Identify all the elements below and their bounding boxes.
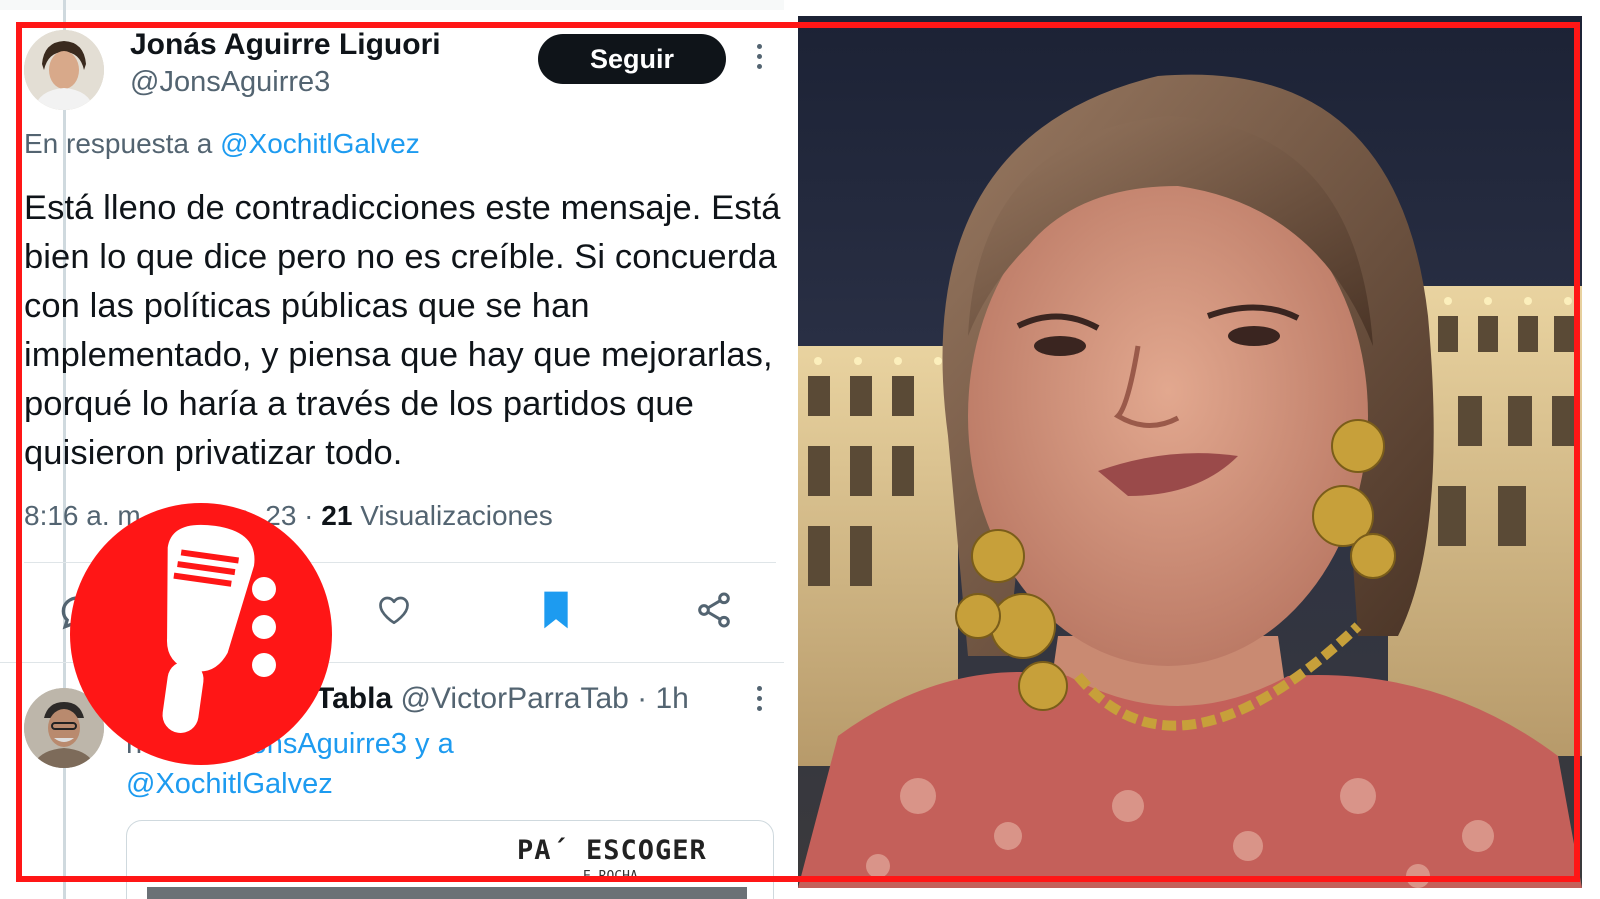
author-avatar[interactable]: [24, 30, 104, 110]
reply-media-card[interactable]: PA´ ESCOGER E.ROCHA: [126, 820, 774, 899]
share-icon[interactable]: [694, 590, 738, 634]
tweet-text: Está lleno de contradicciones este mensa…: [24, 189, 781, 472]
in-reply-to: En respuesta a @XochitlGalvez: [24, 128, 420, 160]
reply-author-handle[interactable]: @VictorParraTab: [400, 682, 628, 715]
more-options-icon[interactable]: [755, 686, 763, 711]
reply-timestamp[interactable]: · 1h: [637, 682, 689, 715]
microphone-logo: [70, 503, 332, 765]
reply-mention-link[interactable]: @XochitlGalvez: [220, 128, 420, 159]
views-label: Visualizaciones: [352, 500, 553, 531]
author-name[interactable]: Jonás Aguirre Liguori: [130, 28, 441, 62]
more-options-icon[interactable]: [755, 44, 763, 69]
top-separator: [0, 0, 784, 10]
heart-icon[interactable]: [376, 592, 420, 636]
reply-joiner: y a: [406, 728, 454, 760]
news-photo: [798, 16, 1582, 888]
reply-mention-link[interactable]: @XochitlGalvez: [126, 768, 333, 800]
bookmark-icon[interactable]: [536, 588, 580, 632]
cartoon-title: PA´ ESCOGER: [517, 835, 707, 866]
follow-button[interactable]: Seguir: [538, 34, 726, 84]
reply-prefix: En respuesta a: [24, 128, 221, 159]
cartoon-credit: E.ROCHA: [583, 869, 638, 884]
cartoon-image: [147, 887, 747, 899]
reply-author-line[interactable]: Tabla @VictorParraTab · 1h: [316, 682, 689, 716]
author-handle[interactable]: @JonsAguirre3: [130, 66, 330, 99]
